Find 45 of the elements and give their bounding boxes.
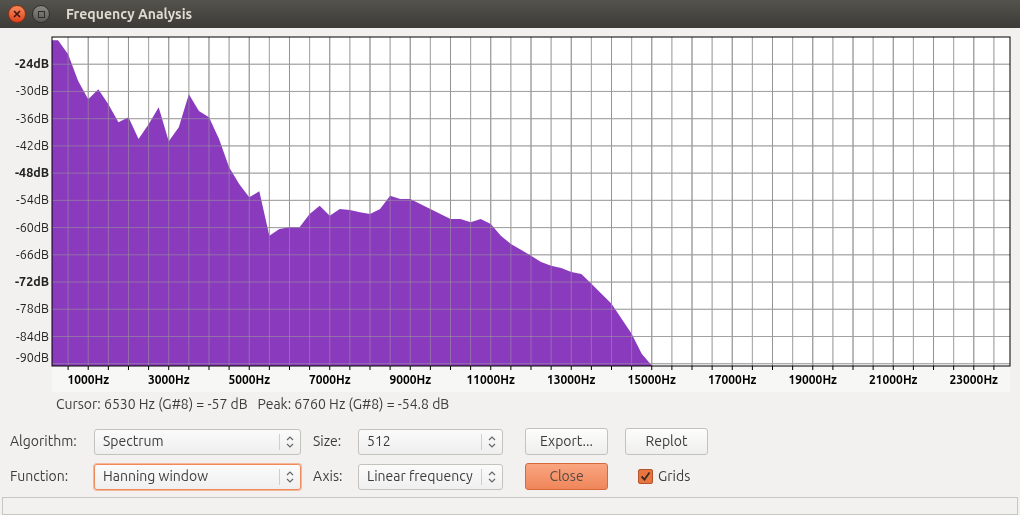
x-axis-label: 21000Hz <box>869 373 918 386</box>
x-axis-label: 5000Hz <box>228 373 271 386</box>
y-axis-label: -66dB <box>16 246 49 261</box>
dropdown[interactable]: Hanning window <box>94 463 301 490</box>
x-axis-label: 11000Hz <box>466 373 515 386</box>
x-axis-label: 13000Hz <box>547 373 596 386</box>
y-axis-label: -84dB <box>16 328 49 343</box>
spinner-icon <box>286 434 294 449</box>
x-axis-label: 7000Hz <box>308 373 351 386</box>
y-axis-label: -78dB <box>16 301 49 316</box>
x-axis-label: 1000Hz <box>67 373 110 386</box>
dropdown[interactable]: Spectrum <box>94 428 301 455</box>
x-axis-label: 15000Hz <box>627 373 676 386</box>
x-axis-label: 23000Hz <box>949 373 998 386</box>
y-axis-label: -90dB <box>16 349 49 364</box>
y-axis-label: -54dB <box>16 192 49 207</box>
dropdown[interactable]: 512 <box>358 428 503 455</box>
y-axis-label: -60dB <box>16 219 49 234</box>
field-label: Size: <box>313 432 343 452</box>
field-label: Axis: <box>313 467 344 487</box>
replot-button[interactable]: Replot <box>625 428 708 456</box>
y-axis-label: -24dB <box>15 56 49 71</box>
y-axis-label: -36dB <box>16 110 49 125</box>
peak-readout: Peak: 6760 Hz (G#8) = -54.8 dB <box>257 394 450 414</box>
dropdown[interactable]: Linear frequency <box>358 463 503 490</box>
window-title: Frequency Analysis <box>66 4 193 24</box>
spinner-icon <box>488 434 496 449</box>
grids-checkbox[interactable]: Grids <box>638 466 691 488</box>
x-axis-label: 3000Hz <box>147 373 190 386</box>
export-button[interactable]: Export... <box>525 428 608 456</box>
y-axis-label: -42dB <box>16 137 49 152</box>
field-label: Function: <box>10 467 70 487</box>
close-icon[interactable] <box>8 5 26 23</box>
y-axis-label: -48dB <box>15 165 49 180</box>
y-axis-label: -30dB <box>16 83 49 98</box>
spinner-icon <box>286 469 294 484</box>
x-axis-label: 19000Hz <box>788 373 837 386</box>
close-button[interactable]: Close <box>525 463 608 491</box>
spinner-icon <box>488 469 496 484</box>
minimize-icon[interactable] <box>32 5 50 23</box>
field-label: Algorithm: <box>10 432 78 452</box>
y-axis-label: -72dB <box>15 274 49 289</box>
x-axis-label: 17000Hz <box>708 373 757 386</box>
cursor-readout: Cursor: 6530 Hz (G#8) = -57 dB <box>56 394 248 414</box>
x-axis-label: 9000Hz <box>389 373 432 386</box>
